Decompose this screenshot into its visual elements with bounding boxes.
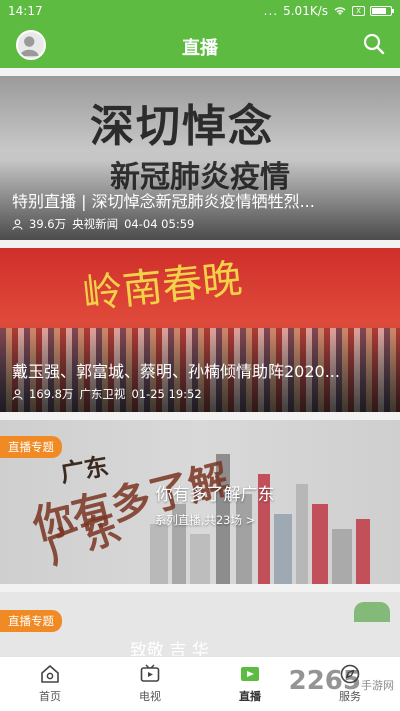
- avatar[interactable]: [16, 30, 46, 60]
- sim-icon: X: [352, 6, 365, 16]
- nav-label: 直播: [239, 690, 261, 703]
- view-count: 169.8万: [29, 387, 74, 401]
- nav-item-home[interactable]: 首页: [0, 657, 100, 711]
- channel-name: 央视新闻: [72, 217, 119, 231]
- topic-card[interactable]: 广东 你有多了解 广东 直播专题 你有多了解广东 系列直播,共23场 >: [0, 420, 400, 584]
- nav-item-tv[interactable]: 电视: [100, 657, 200, 711]
- view-count: 39.6万: [29, 217, 67, 231]
- card-title: 特别直播 | 深切悼念新冠肺炎疫情牺牲烈...: [12, 192, 315, 211]
- signal-dots: ...: [263, 4, 279, 18]
- person-icon: [12, 388, 23, 400]
- status-indicators: ... 5.01K/s X: [263, 4, 394, 18]
- live-datetime: 04-04 05:59: [124, 217, 195, 231]
- topic-card[interactable]: 直播专题 致敬 吉 华: [0, 592, 400, 656]
- card-title: 戴玉强、郭富城、蔡明、孙楠倾情助阵2020...: [12, 362, 340, 381]
- page-title: 直播: [182, 38, 218, 59]
- app-header: 14:17 ... 5.01K/s X 直播: [0, 0, 400, 68]
- nav-item-live[interactable]: 直播: [200, 657, 300, 711]
- topic-badge: 直播专题: [0, 436, 62, 458]
- user-avatar-icon: [19, 36, 39, 57]
- live-feed[interactable]: 深切悼念 新冠肺炎疫情 特别直播 | 深切悼念新冠肺炎疫情牺牲烈... 39.6…: [0, 68, 400, 656]
- card-meta: 39.6万 央视新闻 04-04 05:59: [12, 216, 194, 232]
- person-icon: [12, 218, 23, 230]
- live-datetime: 01-25 19:52: [131, 387, 202, 401]
- live-card[interactable]: 岭南春晚 戴玉强、郭富城、蔡明、孙楠倾情助阵2020... 169.8万 广东卫…: [0, 248, 400, 412]
- card-meta: 169.8万 广东卫视 01-25 19:52: [12, 386, 202, 402]
- poster-headline: 深切悼念: [90, 101, 274, 152]
- wifi-icon: [334, 7, 346, 15]
- search-icon[interactable]: [362, 32, 386, 56]
- topic-title: 致敬 吉 华: [130, 641, 209, 656]
- live-icon: [241, 667, 259, 681]
- app-bar: 直播: [0, 24, 400, 68]
- topic-badge: 直播专题: [0, 610, 62, 632]
- decorative-hill: [354, 602, 390, 622]
- topic-subtitle[interactable]: 系列直播,共23场 >: [0, 512, 400, 528]
- nav-label: 首页: [39, 690, 61, 703]
- channel-name: 广东卫视: [79, 387, 126, 401]
- status-time: 14:17: [8, 4, 43, 18]
- status-bar: 14:17 ... 5.01K/s X: [0, 0, 400, 24]
- network-speed: 5.01K/s: [283, 4, 328, 18]
- poster-headline: 岭南春晚: [80, 255, 245, 319]
- site-watermark: 2265手游网: [288, 666, 394, 696]
- live-card[interactable]: 深切悼念 新冠肺炎疫情 特别直播 | 深切悼念新冠肺炎疫情牺牲烈... 39.6…: [0, 76, 400, 240]
- nav-label: 电视: [139, 690, 161, 703]
- battery-icon: [370, 6, 394, 16]
- topic-title: 你有多了解广东: [155, 485, 275, 505]
- home-icon: [41, 665, 59, 683]
- tv-icon: [140, 664, 160, 682]
